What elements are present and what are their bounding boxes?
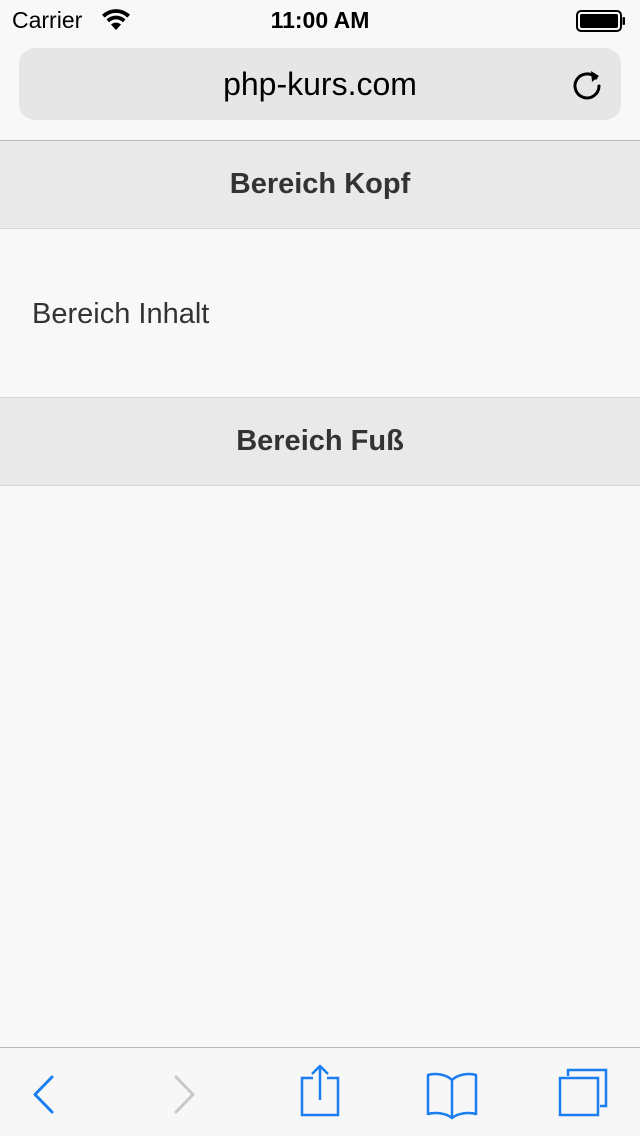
page-header-section: Bereich Kopf xyxy=(0,141,640,229)
page-footer-title: Bereich Fuß xyxy=(236,425,404,457)
reload-icon[interactable] xyxy=(569,66,605,102)
url-text[interactable]: php-kurs.com xyxy=(19,48,621,120)
clock: 11:00 AM xyxy=(270,7,370,33)
share-button[interactable] xyxy=(294,1048,346,1136)
address-bar[interactable]: php-kurs.com xyxy=(19,48,621,120)
page-footer-section: Bereich Fuß xyxy=(0,397,640,486)
phone-screen: Carrier 11:00 AM php-kurs.com Bereich Ko… xyxy=(0,0,640,1136)
page-content-section: Bereich Inhalt xyxy=(0,229,640,398)
page-header-title: Bereich Kopf xyxy=(229,168,411,200)
browser-toolbar xyxy=(0,1047,640,1136)
forward-button[interactable] xyxy=(160,1048,208,1136)
back-chevron-icon xyxy=(33,1075,54,1114)
tabs-icon xyxy=(558,1068,608,1117)
status-bar: Carrier 11:00 AM xyxy=(0,0,640,40)
bookmarks-button[interactable] xyxy=(422,1048,482,1136)
page-content-text: Bereich Inhalt xyxy=(32,298,210,330)
bookmarks-book-icon xyxy=(426,1072,478,1120)
back-button[interactable] xyxy=(20,1048,68,1136)
forward-chevron-icon xyxy=(174,1075,195,1114)
battery-icon xyxy=(576,10,625,32)
share-icon xyxy=(300,1064,340,1117)
tabs-button[interactable] xyxy=(554,1048,614,1136)
